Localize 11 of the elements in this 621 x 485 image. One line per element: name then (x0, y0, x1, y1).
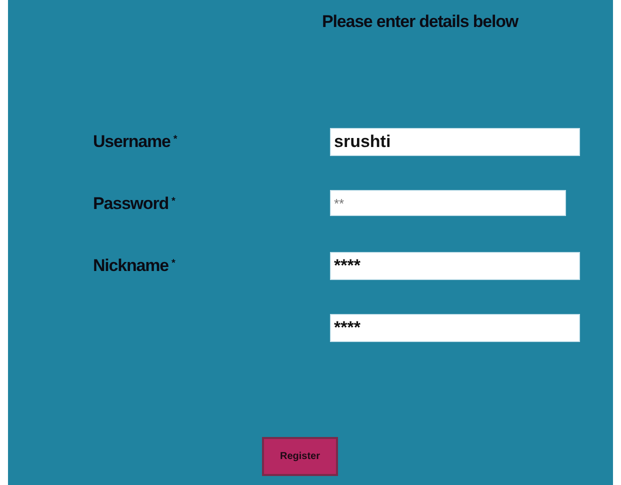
required-mark: * (172, 258, 176, 269)
input-field[interactable]: **** (330, 252, 580, 280)
required-mark: * (173, 134, 178, 145)
field-label: Nickname (93, 256, 169, 276)
input-field[interactable]: ** (330, 190, 566, 216)
required-mark: * (172, 196, 176, 207)
input-field[interactable]: srushti (330, 128, 580, 156)
field-label: Username (93, 132, 170, 152)
field-label: Password (93, 194, 169, 214)
form-heading: Please enter details below (322, 12, 520, 32)
input-field[interactable]: **** (330, 314, 580, 342)
